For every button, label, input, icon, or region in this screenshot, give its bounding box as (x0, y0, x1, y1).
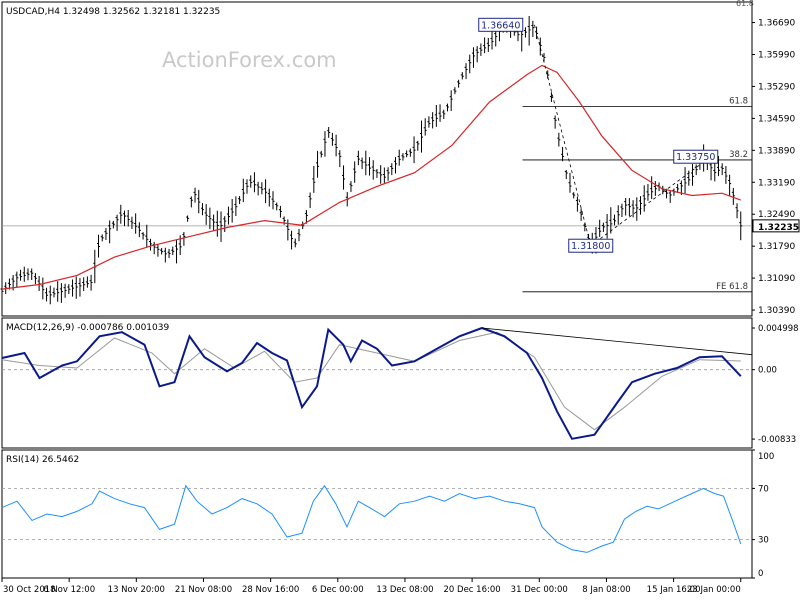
price-tick-label-8: 1.31090 (758, 274, 795, 284)
fib-label-0: 61.8 (729, 97, 748, 107)
annotation-label-0: 1.36640 (481, 20, 520, 31)
rsi-tick-label-0: 100 (758, 452, 774, 462)
watermark: ActionForex.com (162, 48, 337, 72)
price-tick-label-2: 1.35290 (758, 82, 795, 92)
time-tick-label-4: 28 Nov 16:00 (242, 585, 299, 595)
macd-tick-label-0: 0.004998 (758, 324, 799, 334)
time-tick-label-3: 21 Nov 08:00 (175, 585, 232, 595)
price-panel-frame (1, 1, 753, 317)
current-price-tag-label: 1.32235 (758, 223, 799, 233)
time-tick-label-6: 13 Dec 08:00 (376, 585, 433, 595)
price-panel: USDCAD,H4 1.32498 1.32562 1.32181 1.3223… (0, 0, 800, 317)
macd-panel: MACD(12,26,9) -0.000786 0.001039 0.004998… (1, 317, 799, 449)
rsi-tick-label-1: 70 (758, 484, 769, 494)
annotation-label-2: 1.31800 (571, 241, 610, 252)
rsi-panel: RSI(14) 26.5462 100 70 30 0 (1, 449, 774, 579)
rsi-tick-label-3: 0 (758, 569, 763, 579)
price-tick-label-4: 1.33890 (758, 146, 795, 156)
time-tick-label-9: 8 Jan 08:00 (582, 585, 630, 595)
rsi-panel-frame (1, 449, 753, 579)
fib-label-2: FE 61.8 (716, 282, 748, 292)
time-tick-label-2: 13 Nov 20:00 (108, 585, 165, 595)
macd-tick-label-2: -0.00833 (758, 435, 796, 445)
macd-label: MACD(12,26,9) -0.000786 0.001039 (6, 323, 169, 333)
top-edge-fib-label: 61.8 (736, 0, 754, 8)
symbol-header: USDCAD,H4 1.32498 1.32562 1.32181 1.3223… (6, 7, 220, 17)
price-tick-label-3: 1.34590 (758, 114, 795, 124)
time-axis: 30 Oct 20186 Nov 12:00 13 Nov 20:00 21 Nov… (1, 578, 742, 595)
price-tick-label-0: 1.36690 (758, 19, 795, 29)
time-tick-label-1: 6 Nov 12:00 (43, 585, 95, 595)
annotation-label-1: 1.33750 (676, 152, 715, 163)
rsi-tick-label-2: 30 (758, 536, 769, 546)
forex-chart: USDCAD,H4 1.32498 1.32562 1.32181 1.3223… (0, 0, 800, 595)
price-tick-label-5: 1.33190 (758, 178, 795, 188)
time-tick-label-8: 31 Dec 00:00 (511, 585, 568, 595)
price-tick-label-1: 1.35990 (758, 50, 795, 60)
time-tick-label-5: 6 Dec 00:00 (312, 585, 364, 595)
time-tick-label-11: 23 Jan 00:00 (687, 585, 741, 595)
fib-label-1: 38.2 (729, 150, 748, 160)
price-tick-label-9: 1.30390 (758, 306, 795, 316)
macd-tick-label-1: 0.00 (758, 366, 777, 376)
price-tick-label-6: 1.32490 (758, 210, 795, 220)
rsi-label: RSI(14) 26.5462 (6, 455, 79, 465)
time-tick-label-7: 20 Dec 16:00 (444, 585, 501, 595)
price-tick-label-7: 1.31790 (758, 242, 795, 252)
